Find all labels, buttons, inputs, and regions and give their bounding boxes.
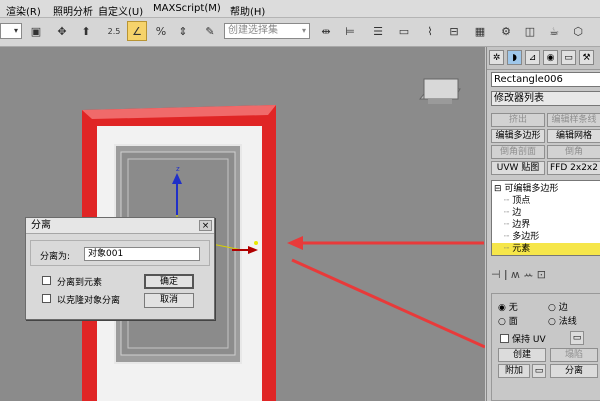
- ok-button[interactable]: 确定: [144, 274, 194, 289]
- selection-rollout: ◉ 无 ○ 边 ○ 面 ○ 法线 保持 UV ▭ 创建 塌陷 附加 ▭ 分离: [491, 293, 600, 401]
- annotation-arrow-top: [287, 236, 484, 250]
- detach-as-label: 分离为:: [40, 252, 71, 262]
- display-tab-icon[interactable]: ▭: [561, 50, 576, 65]
- annotation-arrow-bottom: [291, 258, 485, 349]
- stack-item-edge[interactable]: ┈ 边: [492, 207, 600, 219]
- named-selection-dropdown[interactable]: 创建选择集 ▾: [224, 23, 310, 39]
- radio-face[interactable]: ○ 面: [498, 314, 518, 327]
- pivot-icon[interactable]: ▣: [26, 21, 46, 41]
- schematic-view-icon[interactable]: ⊟: [444, 21, 464, 41]
- menu-render[interactable]: 渲染(R): [6, 3, 41, 18]
- menu-bar: 渲染(R) 照明分析 自定义(U) MAXScript(M) 帮助(H): [0, 0, 600, 18]
- create-tab-icon[interactable]: ✲: [489, 50, 504, 65]
- collapse-button[interactable]: 塌陷: [550, 348, 598, 362]
- menu-lighting-analysis[interactable]: 照明分析: [53, 3, 93, 18]
- detach-dialog: 分离 × 分离为: 对象001 分离到元素 以克隆对象分离 确定 取消: [25, 217, 215, 320]
- stack-tools-icons[interactable]: ⊣ ǀ ʍ ꕀ ⊡: [491, 268, 546, 282]
- render-production-icon[interactable]: ⬡: [568, 21, 588, 41]
- edit-spline-button[interactable]: 编辑样条线: [547, 113, 600, 127]
- menu-help[interactable]: 帮助(H): [230, 3, 265, 18]
- stack-item-polygon[interactable]: ┈ 多边形: [492, 231, 600, 243]
- close-icon[interactable]: ×: [199, 220, 212, 231]
- radio-normal[interactable]: ○ 法线: [548, 314, 577, 327]
- ffd-button[interactable]: FFD 2x2x2: [547, 161, 600, 175]
- detach-as-clone-label: 以克隆对象分离: [57, 296, 121, 306]
- bevel-button[interactable]: 倒角: [547, 145, 600, 159]
- stack-item-vertex[interactable]: ┈ 顶点: [492, 195, 600, 207]
- bevel-profile-button[interactable]: 倒角剖面: [491, 145, 545, 159]
- command-panel: ✲ ◗ ⊿ ◉ ▭ ⚒ Rectangle006 修改器列表 挤出 编辑样条线 …: [486, 47, 600, 401]
- rendered-frame-icon[interactable]: ◫: [520, 21, 540, 41]
- edit-poly-button[interactable]: 编辑多边形: [491, 129, 545, 143]
- attach-button[interactable]: 附加: [498, 364, 530, 378]
- edit-named-selection-icon[interactable]: ✎: [200, 21, 220, 41]
- mirror-icon[interactable]: ⇹: [316, 21, 336, 41]
- stack-item-element[interactable]: ┈ 元素: [492, 243, 600, 255]
- reference-dropdown[interactable]: ▾: [0, 23, 22, 39]
- modifier-stack: ⊟ 可编辑多边形 ┈ 顶点 ┈ 边 ┈ 边界 ┈ 多边形 ┈ 元素: [491, 180, 600, 256]
- render-setup-icon[interactable]: ⚙: [496, 21, 516, 41]
- detach-button[interactable]: 分离: [550, 364, 598, 378]
- extrude-button[interactable]: 挤出: [491, 113, 545, 127]
- viewcube-icon[interactable]: [418, 78, 461, 104]
- dialog-title: 分离: [26, 218, 214, 234]
- detach-to-element-checkbox[interactable]: [42, 276, 51, 285]
- edit-mesh-button[interactable]: 编辑网格: [547, 129, 600, 143]
- select-manipulate-icon[interactable]: ⬆: [76, 21, 96, 41]
- layer-manager-icon[interactable]: ☰: [368, 21, 388, 41]
- move-icon[interactable]: ✥: [52, 21, 72, 41]
- motion-tab-icon[interactable]: ◉: [543, 50, 558, 65]
- menu-maxscript[interactable]: MAXScript(M): [153, 3, 221, 14]
- align-icon[interactable]: ⊨: [340, 21, 360, 41]
- svg-text:z: z: [176, 165, 180, 173]
- attach-list-button[interactable]: ▭: [532, 364, 546, 378]
- stack-item-border[interactable]: ┈ 边界: [492, 219, 600, 231]
- stack-item-editable-poly[interactable]: ⊟ 可编辑多边形: [492, 183, 600, 195]
- create-button[interactable]: 创建: [498, 348, 546, 362]
- menu-customize[interactable]: 自定义(U): [98, 3, 143, 18]
- cancel-button[interactable]: 取消: [144, 293, 194, 308]
- command-panel-tabs: ✲ ◗ ⊿ ◉ ▭ ⚒: [487, 47, 600, 70]
- curve-editor-icon[interactable]: ⌇: [420, 21, 440, 41]
- radio-edge[interactable]: ○ 边: [548, 300, 568, 313]
- detach-to-element-label: 分离到元素: [57, 278, 103, 288]
- hierarchy-tab-icon[interactable]: ⊿: [525, 50, 540, 65]
- uvw-map-button[interactable]: UVW 贴图: [491, 161, 545, 175]
- angle-snap-icon[interactable]: ∠: [127, 21, 147, 41]
- modify-tab-icon[interactable]: ◗: [507, 50, 522, 65]
- material-editor-icon[interactable]: ▦: [470, 21, 490, 41]
- object-name-field[interactable]: Rectangle006: [491, 72, 600, 87]
- modifier-list-dropdown[interactable]: 修改器列表: [491, 91, 600, 106]
- percent-snap-icon[interactable]: %: [151, 21, 171, 41]
- keep-uv-checkbox[interactable]: [500, 334, 509, 343]
- keep-uv-label: 保持 UV: [512, 335, 546, 345]
- keep-uv-settings-button[interactable]: ▭: [570, 331, 584, 345]
- render-icon[interactable]: ☕: [544, 21, 564, 41]
- spinner-snap-icon[interactable]: ⇕: [173, 21, 193, 41]
- ribbon-icon[interactable]: ▭: [394, 21, 414, 41]
- radio-none[interactable]: ◉ 无: [498, 300, 518, 313]
- utilities-tab-icon[interactable]: ⚒: [579, 50, 594, 65]
- main-toolbar: ▾ ▣ ✥ ⬆ 2.5 ∠ % ⇕ ✎ 创建选择集 ▾ ⇹ ⊨ ☰ ▭ ⌇ ⊟ ▦…: [0, 18, 600, 47]
- detach-name-input[interactable]: 对象001: [84, 247, 200, 261]
- snap-toggle-icon[interactable]: 2.5: [104, 21, 124, 41]
- detach-as-clone-checkbox[interactable]: [42, 294, 51, 303]
